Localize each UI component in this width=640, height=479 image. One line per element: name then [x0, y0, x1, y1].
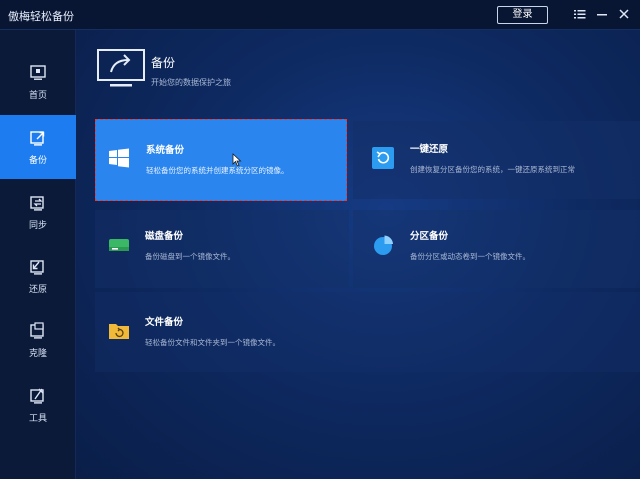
file-backup-card[interactable]: 文件备份 轻松备份文件和文件夹到一个镜像文件。 [95, 292, 640, 372]
card-title: 文件备份 [145, 317, 184, 328]
file-folder-icon [109, 324, 129, 339]
clone-icon [30, 322, 44, 339]
card-title: 分区备份 [410, 231, 449, 242]
mouse-cursor-icon [232, 153, 242, 167]
card-title: 系统备份 [146, 145, 185, 156]
card-title: 一键还原 [410, 144, 449, 155]
sidebar-item-backup[interactable]: 备份 [0, 115, 76, 179]
disk-backup-card[interactable]: 磁盘备份 备份磁盘到一个镜像文件。 [95, 210, 349, 288]
sidebar: 首页 备份 同步 还原 克隆 工具 [0, 30, 76, 479]
backup-icon [30, 131, 45, 146]
home-icon [30, 65, 46, 80]
card-description: 轻松备份您的系统并创建系统分区的镜像。 [146, 166, 289, 175]
sidebar-item-label: 首页 [28, 91, 47, 101]
windows-icon [109, 148, 129, 168]
partition-pie-icon [374, 235, 393, 255]
page-subtitle: 开始您的数据保护之旅 [151, 78, 231, 87]
sidebar-item-label: 备份 [28, 156, 47, 166]
one-click-restore-icon [372, 147, 394, 169]
one-click-restore-card[interactable]: 一键还原 创建恢复分区备份您的系统，一键还原系统到正常 [353, 121, 640, 199]
sidebar-item-label: 工具 [28, 414, 47, 424]
system-backup-card[interactable]: 系统备份 轻松备份您的系统并创建系统分区的镜像。 [95, 119, 347, 201]
main-panel: 备份 开始您的数据保护之旅 系统备份 轻松备份您的系统并创建系统分区的镜像。 一… [76, 30, 640, 479]
sidebar-item-clone[interactable]: 克隆 [0, 308, 76, 372]
card-description: 备份磁盘到一个镜像文件。 [145, 252, 235, 261]
restore-icon [30, 260, 44, 275]
sidebar-item-restore[interactable]: 还原 [0, 244, 76, 308]
sidebar-item-label: 克隆 [28, 349, 47, 359]
title-bar: 傲梅轻松备份 登录 [0, 0, 640, 30]
backup-monitor-icon [97, 49, 145, 87]
sidebar-item-label: 同步 [28, 221, 47, 231]
sync-icon [30, 196, 44, 211]
close-icon[interactable] [617, 7, 631, 21]
sidebar-item-tools[interactable]: 工具 [0, 373, 76, 437]
card-description: 轻松备份文件和文件夹到一个镜像文件。 [145, 338, 280, 347]
tools-icon [30, 388, 44, 404]
sidebar-item-label: 还原 [28, 285, 47, 295]
page-title: 备份 [151, 56, 176, 70]
login-button[interactable]: 登录 [497, 6, 548, 24]
disk-icon [109, 239, 129, 251]
partition-backup-card[interactable]: 分区备份 备份分区或动态卷到一个镜像文件。 [353, 210, 640, 288]
card-description: 创建恢复分区备份您的系统，一键还原系统到正常 [410, 165, 575, 174]
card-description: 备份分区或动态卷到一个镜像文件。 [410, 252, 530, 261]
card-title: 磁盘备份 [145, 231, 184, 242]
sidebar-item-home[interactable]: 首页 [0, 50, 76, 114]
app-title: 傲梅轻松备份 [8, 10, 74, 23]
menu-icon[interactable] [573, 7, 587, 21]
minimize-icon[interactable] [595, 7, 609, 21]
sidebar-item-sync[interactable]: 同步 [0, 180, 76, 244]
